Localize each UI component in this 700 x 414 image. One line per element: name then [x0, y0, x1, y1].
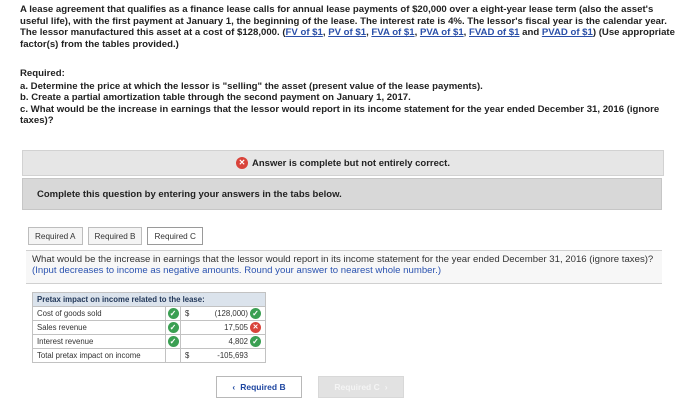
- table-row: Sales revenue ✓ 17,505 ✕: [32, 320, 266, 335]
- required-item-a: a. Determine the price at which the less…: [20, 80, 483, 92]
- link-pva-of-1[interactable]: PVA of $1: [420, 27, 464, 38]
- pretax-impact-table: Pretax impact on income related to the l…: [32, 292, 266, 363]
- check-icon: ✓: [250, 336, 261, 347]
- table-row: Interest revenue ✓ 4,802 ✓: [32, 334, 266, 349]
- table-title-row: Pretax impact on income related to the l…: [32, 292, 266, 307]
- tab-required-b[interactable]: Required B: [87, 227, 143, 245]
- answer-status-bar: ✕ Answer is complete but not entirely co…: [22, 150, 664, 176]
- tab-required-a[interactable]: Required A: [28, 227, 83, 245]
- chevron-left-icon: ‹: [232, 382, 236, 392]
- required-heading: Required:: [20, 68, 65, 79]
- page: A lease agreement that qualifies as a fi…: [0, 0, 700, 414]
- input-sales-revenue[interactable]: 17,505: [187, 323, 248, 332]
- instruction-text: Complete this question by entering your …: [37, 188, 342, 200]
- question-prompt: What would be the increase in earnings t…: [26, 250, 662, 284]
- link-fv-of-1[interactable]: FV of $1: [286, 27, 323, 38]
- problem-statement: A lease agreement that qualifies as a fi…: [20, 4, 675, 50]
- table-row: Cost of goods sold ✓ $ (128,000) ✓: [32, 306, 266, 321]
- link-fva-of-1[interactable]: FVA of $1: [371, 27, 414, 38]
- check-icon: ✓: [167, 336, 179, 347]
- check-icon: ✓: [167, 322, 179, 333]
- row-label-sales-revenue: Sales revenue: [32, 320, 166, 335]
- prev-tab-label: Required B: [240, 382, 286, 392]
- prev-tab-button[interactable]: ‹ Required B: [216, 376, 302, 398]
- row-label-interest-revenue: Interest revenue: [32, 334, 166, 349]
- required-item-c: c. What would be the increase in earning…: [20, 103, 660, 127]
- question-text: What would be the increase in earnings t…: [32, 254, 654, 265]
- table-title: Pretax impact on income related to the l…: [32, 292, 266, 307]
- chevron-right-icon: ›: [384, 382, 388, 392]
- link-pv-of-1[interactable]: PV of $1: [328, 27, 366, 38]
- required-section: Required: a. Determine the price at whic…: [20, 68, 680, 127]
- answer-status-text: Answer is complete but not entirely corr…: [252, 157, 450, 169]
- row-label-cost-of-goods-sold: Cost of goods sold: [32, 306, 166, 321]
- tab-bar: Required A Required B Required C: [28, 227, 203, 245]
- question-hint: (Input decreases to income as negative a…: [32, 265, 442, 277]
- row-label-total-pretax-impact: Total pretax impact on income: [32, 348, 166, 363]
- check-icon: ✓: [250, 308, 261, 319]
- dollar-sign: $: [185, 309, 190, 318]
- x-circle-icon: ✕: [250, 322, 261, 333]
- dollar-sign: $: [185, 351, 190, 360]
- x-circle-icon: ✕: [236, 157, 249, 169]
- check-icon: ✓: [167, 308, 179, 319]
- link-pvad-of-1[interactable]: PVAD of $1: [542, 27, 593, 38]
- input-cost-of-goods-sold[interactable]: (128,000): [191, 309, 248, 318]
- input-interest-revenue[interactable]: 4,802: [187, 337, 248, 346]
- instruction-bar: Complete this question by entering your …: [22, 178, 662, 210]
- total-pretax-impact-value: -105,693: [217, 351, 248, 360]
- tab-required-c[interactable]: Required C: [147, 227, 203, 245]
- next-tab-label: Required C: [334, 382, 380, 392]
- required-item-b: b. Create a partial amortization table t…: [20, 92, 411, 104]
- next-tab-button[interactable]: Required C ›: [318, 376, 404, 398]
- table-row: Total pretax impact on income $ -105,693: [32, 348, 266, 363]
- link-fvad-of-1[interactable]: FVAD of $1: [469, 27, 519, 38]
